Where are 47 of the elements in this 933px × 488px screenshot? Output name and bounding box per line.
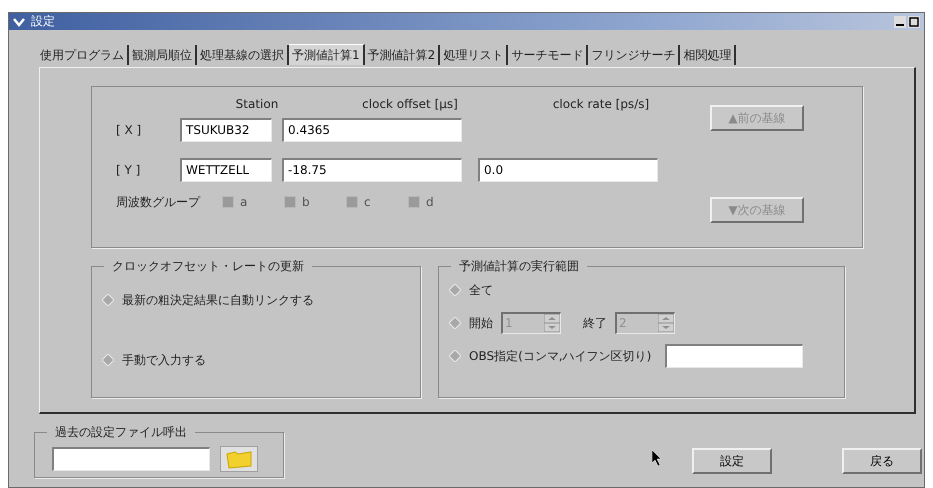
column-header: clock rate [ps/s]	[552, 96, 650, 113]
chevron-down-icon[interactable]	[13, 16, 25, 26]
checkbox-label: d	[426, 194, 434, 211]
group-title: クロックオフセット・レートの更新	[104, 258, 312, 274]
clock-offset-field[interactable]: 0.4365	[282, 118, 462, 142]
file-field[interactable]	[52, 447, 210, 471]
back-button[interactable]: 戻る	[842, 448, 922, 474]
tab[interactable]: サーチモード	[508, 45, 588, 65]
tab[interactable]: 観測局順位	[129, 45, 197, 65]
station-field[interactable]: TSUKUB32	[180, 118, 272, 142]
radio-label: 全て	[469, 282, 493, 299]
radio-button[interactable]	[449, 284, 461, 296]
column-header: clock offset [μs]	[361, 96, 459, 113]
maximize-icon[interactable]	[908, 16, 920, 28]
row-label: [ Y ]	[115, 162, 142, 179]
window-title: 設定	[31, 14, 55, 29]
obs-field[interactable]	[665, 344, 804, 368]
group-title: 過去の設定ファイル呼出	[47, 424, 195, 440]
minimize-icon[interactable]	[894, 16, 906, 28]
tab[interactable]: 予測値計算2	[364, 45, 440, 65]
checkbox-label: a	[240, 194, 248, 211]
end-label: 終了	[583, 315, 607, 332]
radio-label: OBS指定(コンマ,ハイフン区切り)	[469, 348, 652, 365]
row-label: [ X ]	[115, 122, 142, 139]
clock-offset-field[interactable]: -18.75	[282, 158, 462, 182]
radio-label: 手動で入力する	[122, 352, 206, 369]
radio-button[interactable]	[102, 294, 114, 306]
settings-button[interactable]: 設定	[692, 448, 772, 474]
checkbox-label: b	[302, 194, 310, 211]
tab[interactable]: 処理リスト	[440, 45, 508, 65]
checkbox-label: c	[364, 194, 371, 211]
column-header: Station	[234, 96, 280, 113]
tab[interactable]: フリンジサーチ	[588, 45, 680, 65]
station-field[interactable]: WETTZELL	[180, 158, 272, 182]
folder-button[interactable]	[220, 446, 258, 472]
frequency-group-label: 周波数グループ	[115, 194, 202, 211]
radio-label: 最新の粗決定結果に自動リンクする	[122, 292, 314, 309]
tab[interactable]: 相関処理	[680, 45, 736, 65]
clock-rate-field[interactable]: 0.0	[478, 158, 658, 182]
group-title: 予測値計算の実行範囲	[451, 258, 587, 274]
tab[interactable]: 使用プログラム	[37, 45, 129, 65]
radio-label: 開始	[469, 315, 493, 332]
folder-icon	[225, 449, 253, 469]
radio-button[interactable]	[449, 350, 461, 362]
tab[interactable]: 予測値計算1	[289, 44, 365, 65]
radio-button[interactable]	[102, 354, 114, 366]
mouse-pointer-icon	[652, 450, 662, 466]
